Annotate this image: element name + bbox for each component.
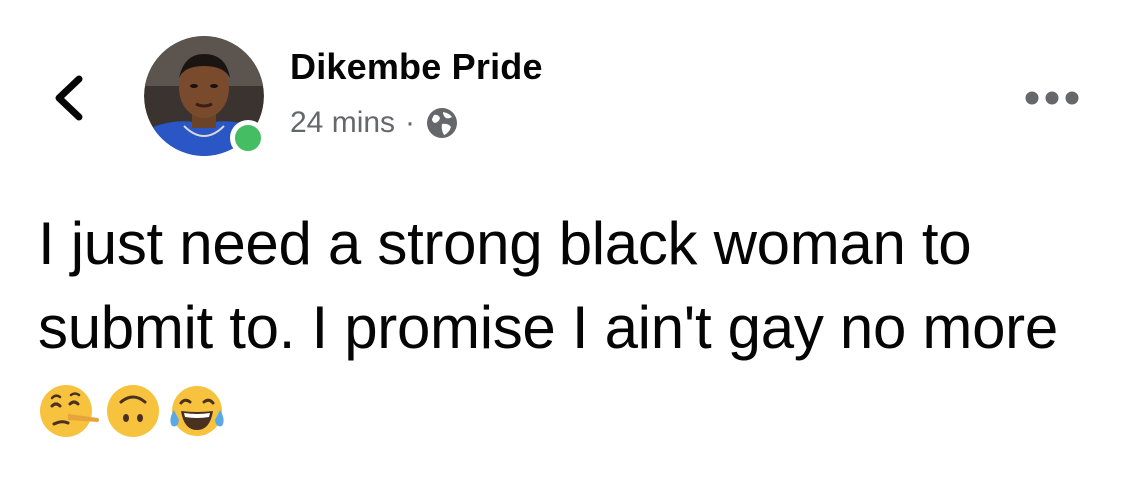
back-button[interactable] bbox=[44, 70, 94, 126]
more-options-button[interactable] bbox=[1022, 82, 1082, 114]
chevron-left-icon bbox=[55, 75, 83, 121]
author-avatar-container[interactable] bbox=[144, 36, 266, 156]
meta-separator: · bbox=[405, 106, 416, 139]
post-meta: 24 mins · bbox=[290, 103, 459, 143]
post-timestamp[interactable]: 24 mins bbox=[290, 106, 395, 140]
globe-icon[interactable] bbox=[425, 106, 459, 140]
upside-down-face-emoji bbox=[102, 380, 164, 442]
post-body: I just need a strong black woman to subm… bbox=[38, 202, 1108, 454]
tears-of-joy-emoji bbox=[166, 380, 228, 442]
post-text: I just need a strong black woman to subm… bbox=[38, 210, 1058, 361]
lying-face-emoji bbox=[38, 380, 100, 442]
author-name[interactable]: Dikembe Pride bbox=[290, 46, 543, 88]
online-status-dot bbox=[230, 120, 266, 156]
more-horizontal-icon bbox=[1025, 91, 1079, 105]
